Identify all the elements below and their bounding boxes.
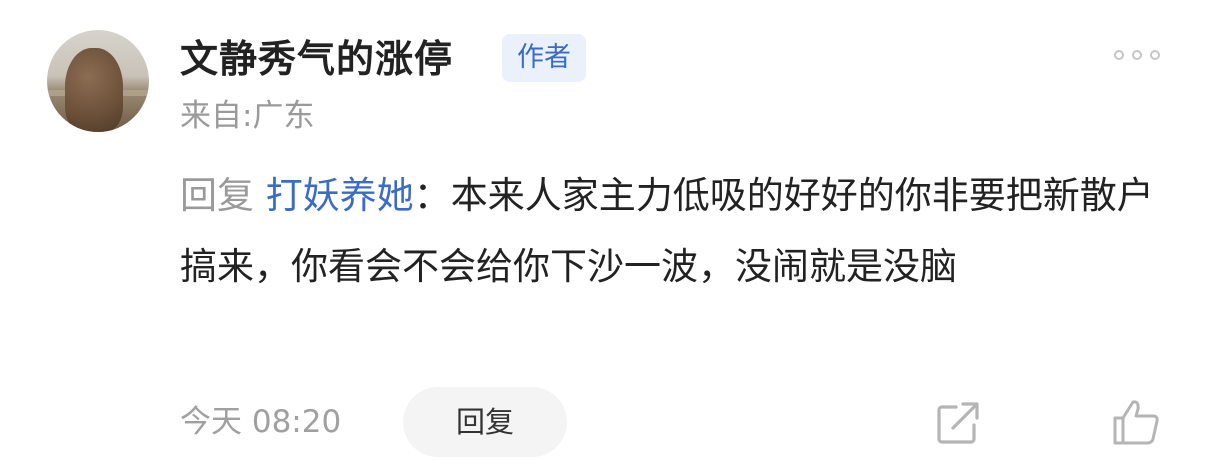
- more-dot: [1132, 50, 1142, 60]
- reply-button[interactable]: 回复: [403, 387, 567, 457]
- more-icon[interactable]: [1114, 48, 1160, 62]
- share-icon[interactable]: [934, 399, 982, 447]
- avatar-bear: [65, 48, 123, 132]
- reply-prefix: 回复: [180, 174, 254, 217]
- location-label: 来自:广东: [180, 98, 315, 134]
- timestamp: 今天 08:20: [180, 404, 342, 440]
- username[interactable]: 文静秀气的涨停: [180, 33, 453, 85]
- more-dot: [1150, 50, 1160, 60]
- thumbs-up-icon[interactable]: [1111, 398, 1161, 446]
- reply-separator: ：: [413, 174, 451, 217]
- comment-content: 回复 打妖养她：本来人家主力低吸的好好的你非要把新散户搞来，你看会不会给你下沙一…: [180, 160, 1170, 302]
- author-badge: 作者: [502, 34, 586, 82]
- mention-link[interactable]: 打妖养她: [266, 174, 414, 217]
- more-dot: [1114, 50, 1124, 60]
- avatar[interactable]: [47, 30, 149, 132]
